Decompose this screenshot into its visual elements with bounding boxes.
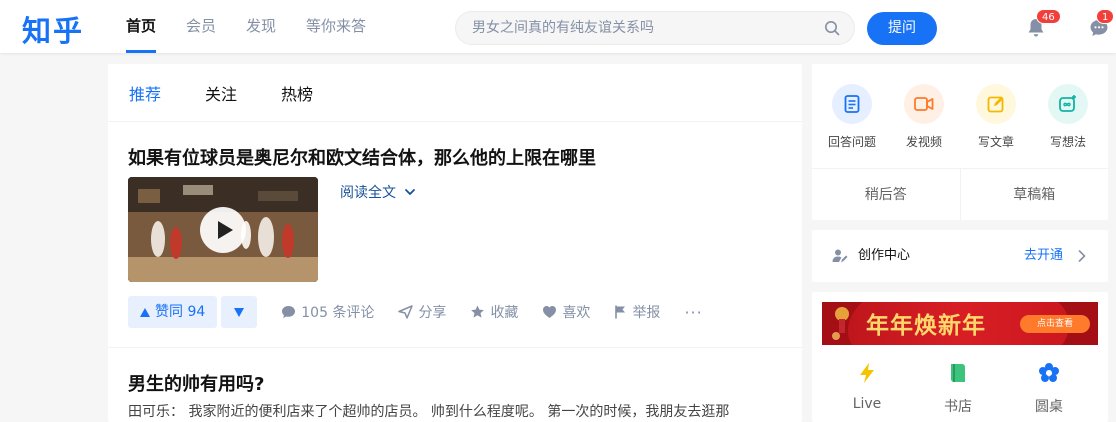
- article-tool-circle: [976, 84, 1016, 124]
- main-feed: 推荐 关注 热榜 如果有位球员是奥尼尔和欧文结合体，那么他的上限在哪里 阅读全文…: [108, 64, 802, 422]
- report-label: 举报: [632, 305, 661, 321]
- comment-icon: [282, 306, 296, 318]
- nav-membership[interactable]: 会员: [186, 0, 216, 53]
- document-icon: [844, 95, 860, 113]
- notifications-badge: 46: [1036, 9, 1061, 24]
- thought-tool-label: 写想法: [1049, 135, 1086, 149]
- collect-button[interactable]: 收藏: [470, 302, 518, 322]
- tab-recommend[interactable]: 推荐: [129, 64, 161, 126]
- share-button[interactable]: 分享: [398, 302, 446, 322]
- lightning-icon: [860, 363, 874, 383]
- like-label: 喜欢: [562, 305, 591, 321]
- question-title[interactable]: 如果有位球员是奥尼尔和欧文结合体，那么他的上限在哪里: [128, 144, 596, 170]
- feed-tabs: 推荐 关注 热榜: [108, 64, 802, 122]
- zhihu-logo[interactable]: 知乎: [22, 8, 84, 50]
- video-tool-circle: [904, 84, 944, 124]
- nav-home[interactable]: 首页: [126, 0, 157, 53]
- play-icon: [218, 221, 233, 239]
- thought-tool-circle: [1048, 84, 1088, 124]
- video-camera-icon: [914, 97, 934, 111]
- top-header: 知乎 首页 会员 发现 等你来答 提问 46 1: [0, 0, 1116, 53]
- answer-actions: 赞同 94 105 条评论 分享 收藏 喜欢 举报 ···: [128, 296, 703, 328]
- nav-discover[interactable]: 发现: [246, 0, 276, 53]
- shortcut-live-label: Live: [852, 396, 882, 412]
- book-icon: [951, 364, 965, 382]
- triangle-down-icon: [234, 307, 245, 317]
- write-article-tool[interactable]: 写文章: [968, 84, 1024, 150]
- roundtable-flower-icon: [1039, 363, 1059, 382]
- more-options-button[interactable]: ···: [684, 303, 702, 322]
- share-label: 分享: [418, 305, 447, 321]
- shortcut-live[interactable]: Live: [837, 362, 897, 412]
- answer-excerpt[interactable]: 田可乐： 我家附近的便利店来了个超帅的店员。 帅到什么程度呢。 第一次的时候，我…: [128, 401, 778, 421]
- heart-icon: [543, 306, 557, 318]
- messages-button[interactable]: 1: [1087, 9, 1115, 40]
- flag-icon: [615, 305, 626, 319]
- creation-center-row[interactable]: 创作中心 去开通: [812, 230, 1108, 282]
- chevron-right-icon: [1078, 250, 1086, 262]
- answer-tool-circle: [832, 84, 872, 124]
- video-thumbnail[interactable]: [128, 177, 318, 282]
- post-video-tool[interactable]: 发视频: [896, 84, 952, 150]
- shortcut-bookstore-label: 书店: [944, 399, 972, 415]
- main-nav: 首页 会员 发现 等你来答: [126, 0, 396, 53]
- chevron-down-icon: [405, 189, 416, 195]
- read-more-label: 阅读全文: [340, 185, 396, 201]
- upvote-button[interactable]: 赞同 94: [128, 296, 218, 328]
- search-box: [455, 11, 855, 45]
- messages-badge: 1: [1096, 9, 1115, 24]
- notifications-button[interactable]: 46: [1024, 9, 1061, 40]
- collect-label: 收藏: [490, 305, 519, 321]
- edit-icon: [987, 96, 1004, 113]
- write-thought-tool[interactable]: 写想法: [1040, 84, 1096, 150]
- question-title[interactable]: 男生的帅有用吗?: [128, 370, 264, 396]
- banner-title: 年年焕新年: [866, 313, 986, 339]
- article-tool-label: 写文章: [977, 135, 1014, 149]
- star-icon: [471, 305, 485, 318]
- tab-hot[interactable]: 热榜: [281, 64, 313, 126]
- creator-tools-panel: 回答问题 发视频 写文章 写想法 稍后答 草稿箱: [812, 64, 1108, 220]
- nav-waiting-answers[interactable]: 等你来答: [306, 0, 366, 53]
- triangle-up-icon: [140, 307, 150, 317]
- answer-later-button[interactable]: 稍后答: [812, 169, 961, 220]
- tab-following[interactable]: 关注: [205, 64, 237, 126]
- play-button[interactable]: [200, 207, 246, 253]
- read-full-text-link[interactable]: 阅读全文: [340, 182, 416, 202]
- shortcut-roundtable[interactable]: 圆桌: [1019, 362, 1079, 416]
- comments-button[interactable]: 105 条评论: [281, 302, 374, 322]
- share-icon: [398, 305, 414, 319]
- upvote-label: 赞同 94: [155, 304, 206, 320]
- comments-label: 105 条评论: [301, 305, 375, 321]
- shortcut-bookstore[interactable]: 书店: [928, 362, 988, 416]
- creator-user-icon: [832, 249, 848, 263]
- activate-link[interactable]: 去开通: [1024, 230, 1063, 282]
- promo-panel: 年年焕新年 点击查看 Live 书店 圆桌: [812, 292, 1108, 422]
- answer-question-tool[interactable]: 回答问题: [824, 84, 880, 150]
- search-input[interactable]: [472, 12, 812, 44]
- ask-question-button[interactable]: 提问: [867, 12, 937, 45]
- banner-cta[interactable]: 点击查看: [1020, 315, 1090, 333]
- new-year-banner[interactable]: 年年焕新年 点击查看: [822, 302, 1098, 345]
- search-icon[interactable]: [824, 20, 840, 36]
- shortcut-roundtable-label: 圆桌: [1035, 399, 1063, 415]
- like-button[interactable]: 喜欢: [542, 302, 590, 322]
- drafts-row: 稍后答 草稿箱: [812, 168, 1108, 220]
- video-tool-label: 发视频: [905, 135, 942, 149]
- answer-tool-label: 回答问题: [827, 135, 876, 149]
- downvote-button[interactable]: [221, 296, 258, 328]
- creation-center-label: 创作中心: [858, 248, 911, 263]
- infinity-plus-icon: [1059, 95, 1076, 112]
- drafts-button[interactable]: 草稿箱: [961, 169, 1109, 220]
- report-button[interactable]: 举报: [614, 302, 660, 322]
